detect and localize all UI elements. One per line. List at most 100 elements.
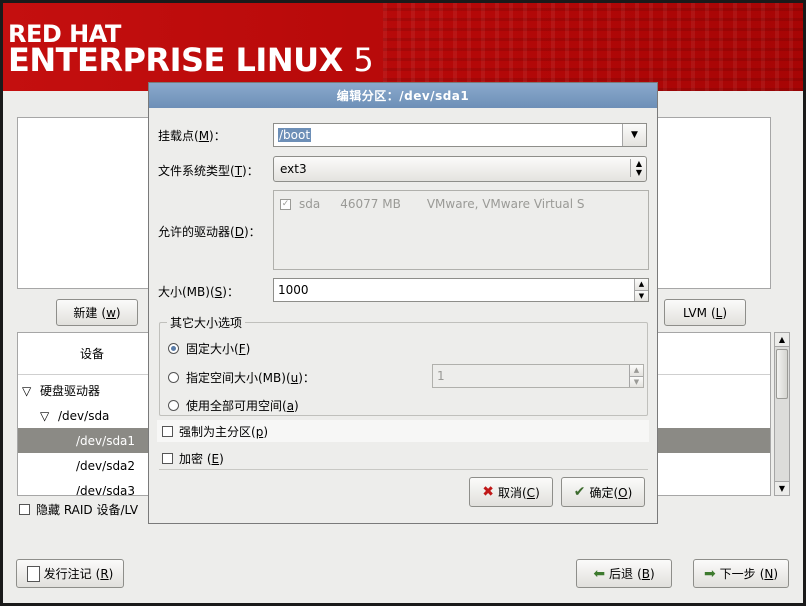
cancel-x-icon: ✖ xyxy=(482,484,494,500)
next-button-key: N xyxy=(764,566,774,581)
rhel-banner: RED HAT ENTERPRISE LINUX 5 xyxy=(3,3,803,91)
tree-scrollbar[interactable]: ▲ ▼ xyxy=(774,332,790,496)
cancel-suffix: ) xyxy=(535,485,540,500)
hide-raid-checkbox[interactable]: 隐藏 RAID 设备/LV xyxy=(19,501,138,518)
size-suffix: )： xyxy=(222,285,239,299)
fixed-size-key: F xyxy=(238,342,246,356)
fill-to-radio[interactable]: 指定空间大小(MB)(u)： xyxy=(168,369,315,386)
hide-raid-label: 隐藏 RAID 设备/LV xyxy=(36,503,139,517)
banner-version: 5 xyxy=(353,41,374,79)
fixed-size-suffix: ) xyxy=(245,342,251,356)
next-button-key-wrap: (N) xyxy=(759,566,779,581)
ok-button[interactable]: ✔ 确定(O) xyxy=(561,477,645,507)
release-notes-label: 发行注记 xyxy=(43,567,92,581)
fill-all-suffix: ) xyxy=(294,399,299,413)
document-icon xyxy=(26,565,40,582)
scroll-down-arrow-icon[interactable]: ▼ xyxy=(775,481,789,495)
encrypt-suffix: ) xyxy=(219,452,224,466)
drive-row[interactable]: ✓ sda 46077 MB VMware, VMware Virtual S xyxy=(280,197,584,211)
back-arrow-icon: ⬅ xyxy=(593,565,606,582)
fill-all-label: 使用全部可用空间(a) xyxy=(186,397,299,414)
size-label: 大小(MB)(S)： xyxy=(158,283,239,300)
force-primary-label-text: 强制为主分区( xyxy=(179,425,256,439)
lvm-button[interactable]: LVM (L) xyxy=(664,299,746,326)
dialog-separator xyxy=(159,469,648,470)
release-notes-button[interactable]: 发行注记 (R) xyxy=(16,559,124,588)
allowed-drives-list[interactable]: ✓ sda 46077 MB VMware, VMware Virtual S xyxy=(273,190,649,270)
encrypt-label-text: 加密 ( xyxy=(179,452,212,466)
force-primary-checkbox[interactable]: 强制为主分区(p) xyxy=(162,423,268,440)
fixed-size-radio-dot[interactable] xyxy=(168,343,179,354)
dialog-title: 编辑分区：/dev/sda1 xyxy=(149,83,657,108)
scroll-up-arrow-icon[interactable]: ▲ xyxy=(775,333,789,347)
tree-header-device: 设备 xyxy=(80,347,105,361)
drive-checkbox[interactable]: ✓ xyxy=(280,198,291,210)
next-button-label: 下一步 xyxy=(719,567,756,581)
next-button[interactable]: ➡ 下一步 (N) xyxy=(693,559,789,588)
back-button-key: B xyxy=(641,566,650,581)
ok-label-text: 确定( xyxy=(589,485,619,500)
size-up-arrow-icon[interactable]: ▲ xyxy=(635,279,648,290)
fs-type-suffix: )： xyxy=(242,164,259,178)
fixed-size-label-text: 固定大小( xyxy=(186,342,239,356)
tree-row-label: 硬盘驱动器 xyxy=(40,384,101,398)
fill-to-value: 1 xyxy=(437,369,445,383)
installer-window: RED HAT ENTERPRISE LINUX 5 新建 (w) LVM (L) … xyxy=(3,3,803,603)
fixed-size-radio[interactable]: 固定大小(F) xyxy=(168,340,250,357)
fill-to-radio-dot[interactable] xyxy=(168,372,179,383)
banner-pattern xyxy=(383,3,803,91)
expander-triangle-icon[interactable]: ▽ xyxy=(40,409,58,423)
fill-to-spinbox[interactable]: 1 ▲ ▼ xyxy=(432,364,644,388)
expander-triangle-icon[interactable]: ▽ xyxy=(22,384,40,398)
fill-all-radio-dot[interactable] xyxy=(168,400,179,411)
tree-row-label: /dev/sda2 xyxy=(76,458,136,473)
banner-line2: ENTERPRISE LINUX 5 xyxy=(8,41,374,79)
force-primary-box[interactable] xyxy=(162,426,173,437)
encrypt-key: E xyxy=(211,452,220,466)
tree-row-label: /dev/sda xyxy=(58,408,110,423)
mount-point-key: M xyxy=(198,129,210,143)
drive-name: sda xyxy=(299,197,321,211)
mount-point-combo[interactable]: /boot ▼ xyxy=(273,123,647,147)
encrypt-checkbox[interactable]: 加密 (E) xyxy=(162,450,224,467)
tree-row-label: /dev/sda3 xyxy=(76,483,136,496)
size-down-arrow-icon[interactable]: ▼ xyxy=(635,289,648,301)
lvm-button-key: L xyxy=(715,305,723,320)
mount-point-suffix: )： xyxy=(209,129,226,143)
fill-all-radio[interactable]: 使用全部可用空间(a) xyxy=(168,397,299,414)
size-spin-buttons[interactable]: ▲ ▼ xyxy=(634,279,648,301)
ok-label: 确定(O) xyxy=(589,484,632,501)
size-spinbox[interactable]: 1000 ▲ ▼ xyxy=(273,278,649,302)
mount-point-label-text: 挂载点( xyxy=(158,129,199,143)
fs-type-select[interactable]: ext3 ▲ ▼ xyxy=(273,156,647,182)
back-button[interactable]: ⬅ 后退 (B) xyxy=(576,559,672,588)
fill-to-spin-buttons[interactable]: ▲ ▼ xyxy=(629,365,643,387)
fs-type-label-text: 文件系统类型( xyxy=(158,164,235,178)
allowed-drives-key: D xyxy=(234,225,244,239)
allowed-drives-label-text: 允许的驱动器( xyxy=(158,225,235,239)
release-notes-key-wrap: (R) xyxy=(95,566,114,581)
scroll-thumb[interactable] xyxy=(776,349,788,399)
hide-raid-box[interactable] xyxy=(19,504,30,515)
fill-to-down-arrow-icon[interactable]: ▼ xyxy=(630,375,643,387)
new-button-key-wrap: (w) xyxy=(101,305,121,320)
cancel-key: C xyxy=(526,485,536,500)
new-button-key: w xyxy=(106,305,116,320)
back-button-label: 后退 xyxy=(609,567,634,581)
fill-all-key: a xyxy=(286,399,295,413)
force-primary-suffix: ) xyxy=(263,425,268,439)
fs-type-key: T xyxy=(234,164,243,178)
edit-partition-dialog: 编辑分区：/dev/sda1 挂载点(M)： /boot ▼ 文件系统类型(T)… xyxy=(148,82,658,524)
mount-point-label: 挂载点(M)： xyxy=(158,127,226,144)
fill-to-up-arrow-icon[interactable]: ▲ xyxy=(630,365,643,376)
lvm-button-key-wrap: (L) xyxy=(710,305,727,320)
encrypt-label: 加密 (E) xyxy=(179,450,224,467)
fill-all-label-text: 使用全部可用空间( xyxy=(186,399,287,413)
fill-to-suffix: )： xyxy=(298,371,315,385)
cancel-button[interactable]: ✖ 取消(C) xyxy=(469,477,553,507)
encrypt-box[interactable] xyxy=(162,453,173,464)
new-button[interactable]: 新建 (w) xyxy=(56,299,138,326)
fixed-size-label: 固定大小(F) xyxy=(186,340,250,357)
release-notes-key: R xyxy=(100,566,109,581)
mount-point-dropdown-icon[interactable]: ▼ xyxy=(622,124,646,146)
